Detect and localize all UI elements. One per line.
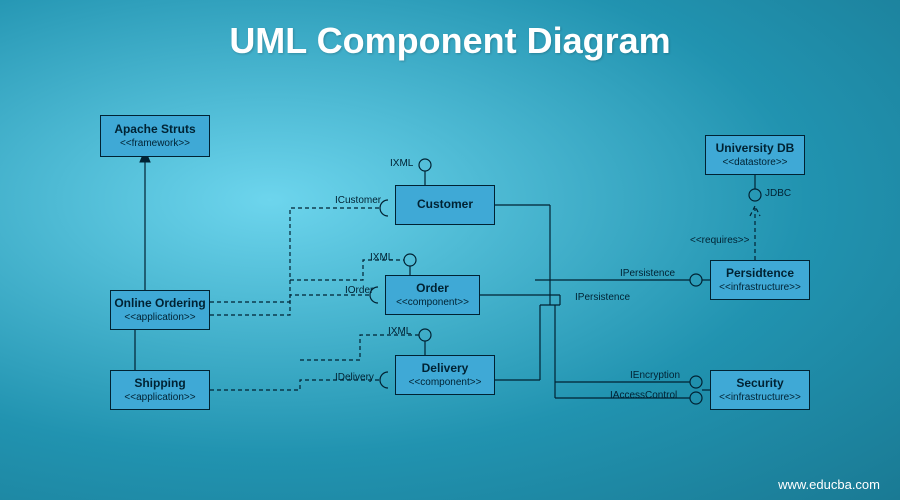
component-security: Security <<infrastructure>> bbox=[710, 370, 810, 410]
component-persistence: Persidtence <<infrastructure>> bbox=[710, 260, 810, 300]
diagram-canvas: Apache Struts <<framework>> Online Order… bbox=[0, 80, 900, 480]
label-idelivery: IDelivery bbox=[335, 372, 374, 383]
component-customer: Customer bbox=[395, 185, 495, 225]
box-stereo: <<application>> bbox=[113, 311, 207, 324]
label-iencryption: IEncryption bbox=[630, 370, 680, 381]
box-stereo: <<datastore>> bbox=[708, 156, 802, 169]
box-name: Security bbox=[713, 376, 807, 392]
box-name: Online Ordering bbox=[113, 296, 207, 312]
label-ixml: IXML bbox=[390, 158, 413, 169]
box-stereo: <<framework>> bbox=[103, 137, 207, 150]
box-stereo: <<infrastructure>> bbox=[713, 281, 807, 294]
label-ixml: IXML bbox=[370, 252, 393, 263]
box-name: Customer bbox=[398, 197, 492, 213]
box-stereo: <<infrastructure>> bbox=[713, 391, 807, 404]
box-stereo: <<application>> bbox=[113, 391, 207, 404]
component-apache-struts: Apache Struts <<framework>> bbox=[100, 115, 210, 157]
box-name: Apache Struts bbox=[103, 122, 207, 138]
label-ixml: IXML bbox=[388, 326, 411, 337]
component-order: Order <<component>> bbox=[385, 275, 480, 315]
box-name: Delivery bbox=[398, 361, 492, 377]
page-title: UML Component Diagram bbox=[0, 0, 900, 62]
component-delivery: Delivery <<component>> bbox=[395, 355, 495, 395]
box-name: Order bbox=[388, 281, 477, 297]
component-shipping: Shipping <<application>> bbox=[110, 370, 210, 410]
box-stereo: <<component>> bbox=[388, 296, 477, 309]
box-name: University DB bbox=[708, 141, 802, 157]
box-name: Shipping bbox=[113, 376, 207, 392]
label-ipersistence: IPersistence bbox=[575, 292, 630, 303]
label-iorder: IOrder bbox=[345, 285, 373, 296]
component-online-ordering: Online Ordering <<application>> bbox=[110, 290, 210, 330]
footer-url: www.educba.com bbox=[778, 477, 880, 492]
label-requires: <<requires>> bbox=[690, 235, 750, 246]
box-stereo: <<component>> bbox=[398, 376, 492, 389]
label-iaccesscontrol: IAccessControl bbox=[610, 390, 677, 401]
label-icustomer: ICustomer bbox=[335, 195, 381, 206]
label-ipersistence: IPersistence bbox=[620, 268, 675, 279]
component-university-db: University DB <<datastore>> bbox=[705, 135, 805, 175]
label-jdbc: JDBC bbox=[765, 188, 791, 199]
box-name: Persidtence bbox=[713, 266, 807, 282]
